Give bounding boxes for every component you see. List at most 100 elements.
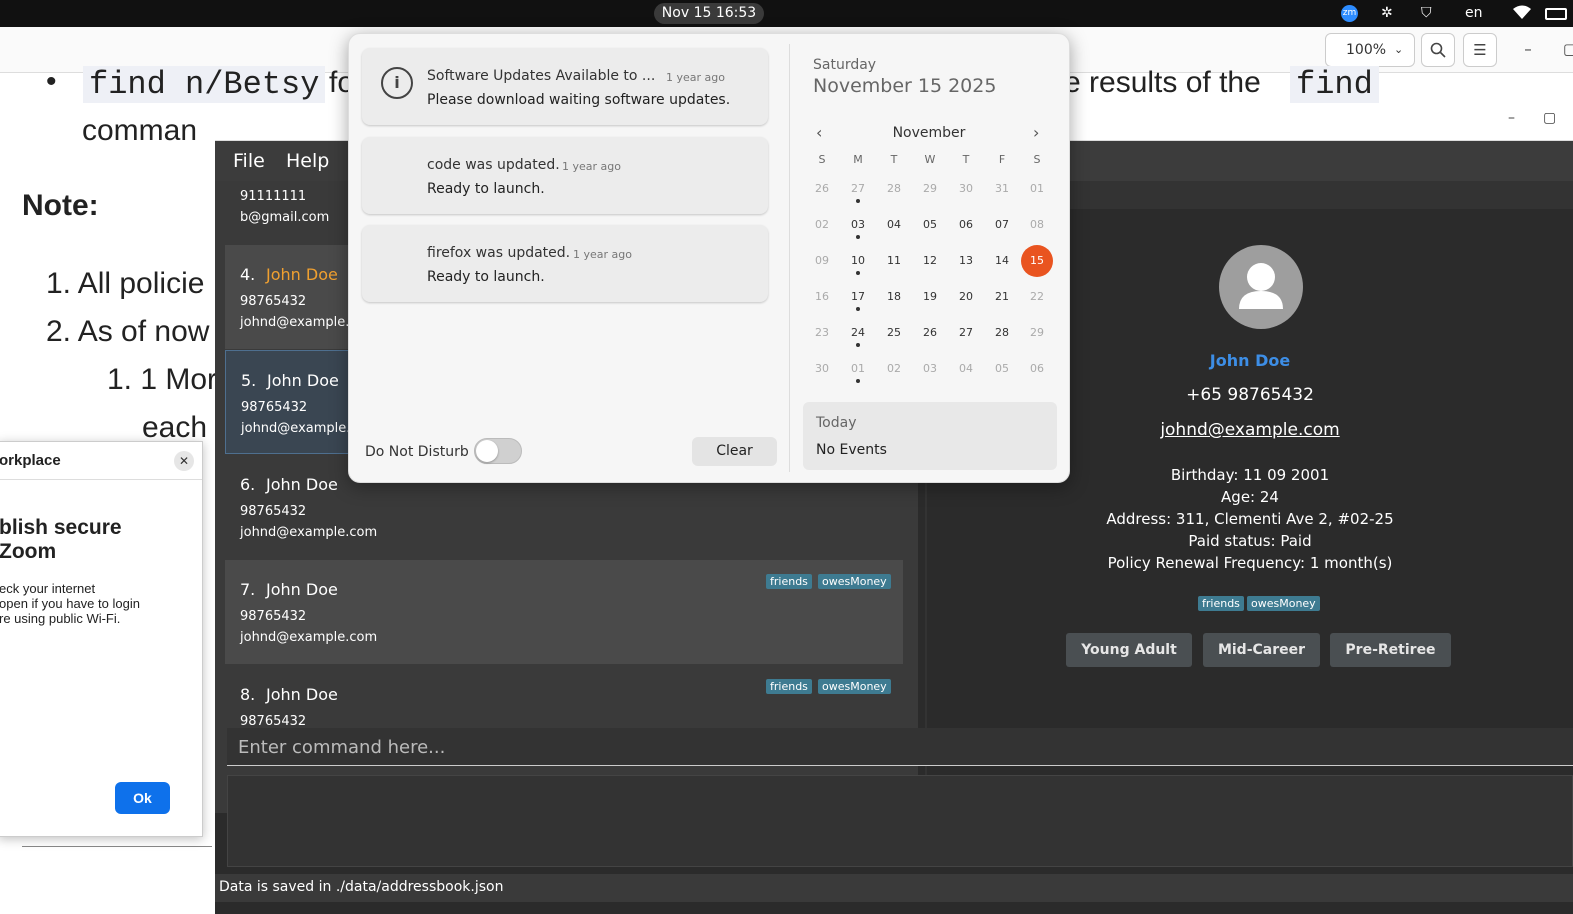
person-index: 7. (240, 580, 256, 599)
calendar-day[interactable]: 05 (987, 362, 1017, 375)
calendar-day[interactable]: 30 (951, 182, 981, 195)
calendar-day[interactable]: 26 (915, 326, 945, 339)
clock-button[interactable]: Nov 15 16:53 (654, 3, 764, 24)
calendar-day[interactable]: 03 (915, 362, 945, 375)
maximize-button[interactable]: ▢ (1553, 33, 1573, 67)
doc-code-find-2: find (1290, 64, 1379, 103)
zoom-dialog-heading: blish secure Zoom (0, 516, 122, 563)
language-indicator[interactable]: en (1465, 4, 1483, 23)
detail-email-link[interactable]: johnd@example.com (1160, 420, 1339, 440)
person-phone: 98765432 (240, 609, 307, 624)
person-email: johnd@example.com (240, 525, 378, 540)
calendar-day[interactable]: 07 (987, 218, 1017, 231)
calendar-day[interactable]: 22 (1022, 290, 1052, 303)
person-email: johnd@example. (241, 421, 351, 436)
calendar-day[interactable]: 04 (951, 362, 981, 375)
calendar-day[interactable]: 28 (879, 182, 909, 195)
calendar-day[interactable]: 12 (915, 254, 945, 267)
calendar-day[interactable]: 16 (807, 290, 837, 303)
calendar-day[interactable]: 06 (1022, 362, 1052, 375)
ok-button[interactable]: Ok (115, 782, 170, 814)
notification-item[interactable]: i Software Updates Available to ... 1 ye… (362, 48, 768, 125)
previous-month-icon[interactable]: ‹ (816, 123, 822, 142)
group-young-adult-button[interactable]: Young Adult (1066, 633, 1192, 667)
calendar-day[interactable]: 30 (807, 362, 837, 375)
hamburger-icon: ☰ (1473, 41, 1487, 59)
calendar-day[interactable]: 25 (879, 326, 909, 339)
events-panel[interactable]: Today No Events (803, 402, 1057, 470)
menu-button[interactable]: ☰ (1463, 33, 1497, 67)
do-not-disturb-toggle[interactable] (474, 438, 522, 464)
search-button[interactable] (1421, 33, 1455, 67)
wifi-icon[interactable] (1513, 4, 1531, 23)
notification-item[interactable]: code was updated. 1 year ago Ready to la… (362, 137, 768, 214)
calendar-day[interactable]: 21 (987, 290, 1017, 303)
calendar-day[interactable]: 14 (987, 254, 1017, 267)
calendar-day[interactable]: 29 (1022, 326, 1052, 339)
calendar-day[interactable]: 27 (951, 326, 981, 339)
calendar-day[interactable]: 23 (807, 326, 837, 339)
calendar-day[interactable]: 29 (915, 182, 945, 195)
calendar-day[interactable]: 27 (843, 182, 873, 195)
notification-body: Ready to launch. (427, 181, 545, 197)
calendar-weekday-header: S (1033, 153, 1041, 166)
calendar-day[interactable]: 09 (807, 254, 837, 267)
calendar-day[interactable]: 18 (879, 290, 909, 303)
calendar-day[interactable]: 24 (843, 326, 873, 339)
command-input[interactable] (227, 728, 1573, 766)
calendar-day[interactable]: 03 (843, 218, 873, 231)
calendar-day[interactable]: 28 (987, 326, 1017, 339)
notification-item[interactable]: firefox was updated. 1 year ago Ready to… (362, 225, 768, 302)
person-phone: 98765432 (241, 400, 308, 415)
zoom-level-select[interactable]: 100% ⌄ (1325, 33, 1415, 67)
calendar-weekday-header: W (924, 153, 936, 166)
calendar-day[interactable]: 08 (1022, 218, 1052, 231)
calendar-day[interactable]: 02 (807, 218, 837, 231)
clear-button[interactable]: Clear (692, 437, 777, 466)
menu-help[interactable]: Help (286, 141, 329, 181)
calendar-day[interactable]: 19 (915, 290, 945, 303)
calendar-day[interactable]: 01 (1022, 182, 1052, 195)
minimize-button[interactable]: – (1511, 33, 1545, 67)
menu-file[interactable]: File (233, 141, 265, 181)
person-card[interactable]: 7. John Doe 98765432 johnd@example.com f… (225, 560, 903, 664)
person-email: b@gmail.com (240, 210, 330, 225)
group-pre-retiree-button[interactable]: Pre-Retiree (1330, 633, 1451, 667)
maximize-button[interactable]: ▢ (1543, 110, 1556, 126)
next-month-icon[interactable]: › (1033, 123, 1039, 142)
battery-icon[interactable] (1545, 8, 1567, 20)
calendar-day[interactable]: 11 (879, 254, 909, 267)
calendar-day[interactable]: 01 (843, 362, 873, 375)
detail-paid-status: Paid status: Paid (1188, 532, 1312, 550)
calendar-day[interactable]: 02 (879, 362, 909, 375)
tag-badge: owesMoney (1247, 596, 1320, 611)
minimize-button[interactable]: – (1508, 110, 1515, 126)
person-name: John Doe (266, 580, 338, 599)
tag-badge: friends (766, 574, 812, 589)
calendar-day[interactable]: 13 (951, 254, 981, 267)
network-icon[interactable]: ✲ (1381, 4, 1393, 23)
calendar-day[interactable]: 15 (1022, 254, 1052, 267)
note-heading: Note: (22, 189, 99, 222)
notification-title: Software Updates Available to ... (427, 68, 656, 84)
zoom-icon[interactable]: zm (1341, 5, 1358, 22)
tag-badge: owesMoney (818, 679, 891, 694)
doc-text-results: e results of the (1064, 66, 1261, 99)
tag-badge: friends (1198, 596, 1244, 611)
calendar-day[interactable]: 31 (987, 182, 1017, 195)
close-icon[interactable]: ✕ (174, 451, 194, 471)
person-email: johnd@example.com (240, 630, 378, 645)
calendar-day[interactable]: 05 (915, 218, 945, 231)
shield-icon[interactable]: ⛉ (1421, 4, 1432, 23)
event-dot (856, 307, 860, 311)
calendar-day[interactable]: 10 (843, 254, 873, 267)
calendar-day[interactable]: 17 (843, 290, 873, 303)
group-mid-career-button[interactable]: Mid-Career (1203, 633, 1320, 667)
calendar-day[interactable]: 04 (879, 218, 909, 231)
calendar-day[interactable]: 20 (951, 290, 981, 303)
doc-code-find: find n/Betsy (83, 64, 326, 103)
calendar-day[interactable]: 26 (807, 182, 837, 195)
doc-text-command: comman (82, 114, 198, 147)
calendar-weekday-header: S (818, 153, 826, 166)
calendar-day[interactable]: 06 (951, 218, 981, 231)
